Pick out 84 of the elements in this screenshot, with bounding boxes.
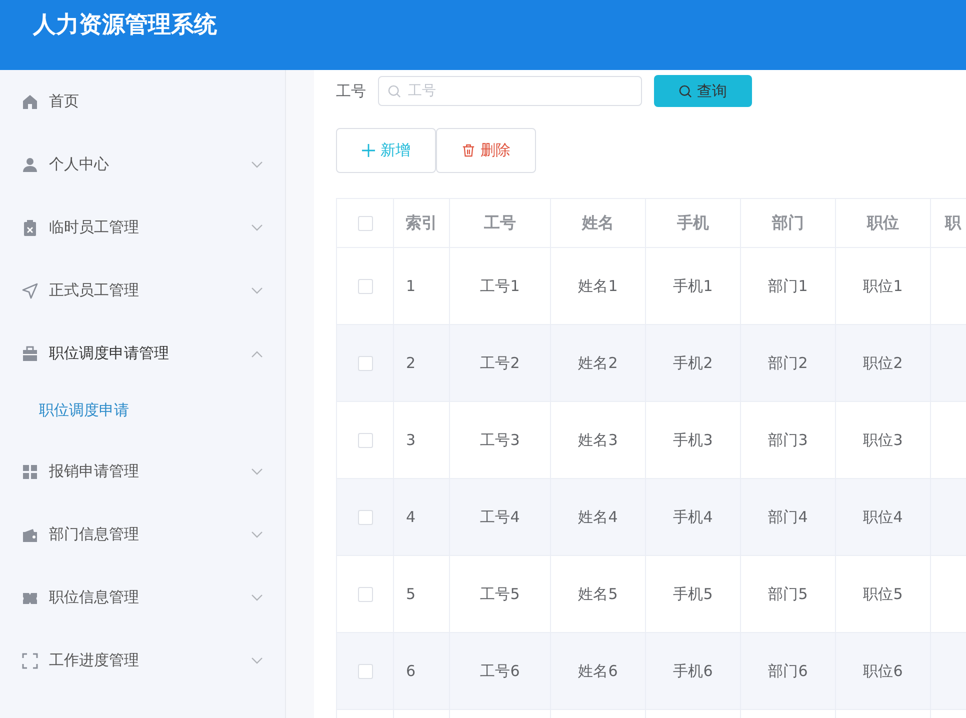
app-title: 人力资源管理系统 xyxy=(33,12,218,40)
table-cell: 工号5 xyxy=(480,584,520,603)
submenu-item[interactable]: 部门信息管理 xyxy=(0,503,285,566)
chevron-down-icon xyxy=(251,530,263,538)
table-cell: 工号4 xyxy=(480,508,520,526)
menu-item[interactable]: 首页 xyxy=(0,70,285,133)
row-checkbox[interactable] xyxy=(358,433,372,448)
query-button[interactable]: 查询 xyxy=(654,75,752,107)
clipboard-icon xyxy=(22,220,38,236)
table-cell: 职位1 xyxy=(863,276,903,295)
table-cell: 部门1 xyxy=(768,276,808,295)
table-cell: 手机5 xyxy=(673,584,713,603)
table-cell: 姓名1 xyxy=(578,276,618,295)
table-cell: 姓名5 xyxy=(578,584,618,603)
column-header: 姓名 xyxy=(582,213,614,232)
column-header: 索引 xyxy=(406,213,438,232)
select-all-checkbox[interactable] xyxy=(358,216,372,232)
table-cell: 姓名2 xyxy=(578,354,618,372)
submenu-item[interactable]: 报销申请管理 xyxy=(0,440,285,503)
submenu-item[interactable]: 职位信息管理 xyxy=(0,566,285,629)
submenu-item[interactable]: 个人中心 xyxy=(0,133,285,196)
column-header: 手机 xyxy=(677,213,709,232)
table-cell: 职位3 xyxy=(863,430,903,449)
table-cell: 部门6 xyxy=(768,662,808,680)
table-cell: 职位2 xyxy=(863,354,903,372)
plus-icon xyxy=(362,144,374,157)
submenu-item[interactable]: 正式员工管理 xyxy=(0,259,285,322)
row-checkbox[interactable] xyxy=(358,510,372,526)
trash-icon xyxy=(462,144,474,157)
submenu-link[interactable]: 职位调度申请 xyxy=(0,385,129,440)
submenu-item[interactable]: 职位调度申请管理 xyxy=(0,322,285,385)
table-cell: 2 xyxy=(406,354,416,372)
chevron-down-icon xyxy=(251,224,263,232)
wallet-icon xyxy=(22,526,38,542)
table-cell: 姓名4 xyxy=(578,508,618,526)
column-header: 部门 xyxy=(772,213,804,232)
delete-button[interactable]: 删除 xyxy=(436,128,536,173)
briefcase-icon xyxy=(22,346,38,362)
table-cell: 职位5 xyxy=(863,584,903,603)
chevron-down-icon xyxy=(251,468,263,476)
home-icon xyxy=(22,94,38,110)
table-cell: 部门3 xyxy=(768,430,808,449)
navigation-arrow-icon xyxy=(22,282,38,298)
row-checkbox[interactable] xyxy=(358,279,372,294)
table-cell: 部门2 xyxy=(768,354,808,372)
row-checkbox[interactable] xyxy=(358,356,372,372)
table-cell: 部门5 xyxy=(768,584,808,603)
table-cell: 工号3 xyxy=(480,430,520,449)
table-cell: 手机4 xyxy=(673,508,713,526)
row-checkbox[interactable] xyxy=(358,664,372,680)
chevron-down-icon xyxy=(251,160,263,168)
search-label: 工号 xyxy=(336,80,366,102)
chevron-down-icon xyxy=(251,656,263,664)
table-cell: 3 xyxy=(406,430,416,449)
chevron-down-icon xyxy=(251,594,263,602)
table-cell: 工号6 xyxy=(480,662,520,680)
column-header: 职 xyxy=(945,213,961,232)
table-cell: 职位6 xyxy=(863,662,903,680)
table-cell: 手机2 xyxy=(673,354,713,372)
table-cell: 1 xyxy=(406,276,416,295)
table-cell: 工号2 xyxy=(480,354,520,372)
table-cell: 职位4 xyxy=(863,508,903,526)
chevron-up-icon xyxy=(251,350,263,358)
table-cell: 6 xyxy=(406,662,416,680)
fullscreen-icon xyxy=(22,652,38,668)
table-cell: 工号1 xyxy=(480,276,520,295)
column-header: 工号 xyxy=(484,213,516,232)
search-icon xyxy=(679,84,692,98)
table-cell: 姓名6 xyxy=(578,662,618,680)
row-checkbox[interactable] xyxy=(358,587,372,602)
submenu-item[interactable]: 工作进度管理 xyxy=(0,629,285,692)
chevron-down-icon xyxy=(251,286,263,294)
table-cell: 4 xyxy=(406,508,416,526)
table-cell: 5 xyxy=(406,584,416,603)
table-cell: 手机1 xyxy=(673,276,713,295)
table-cell: 姓名3 xyxy=(578,430,618,449)
table-cell: 部门4 xyxy=(768,508,808,526)
table-cell: 手机3 xyxy=(673,430,713,449)
grid-icon xyxy=(22,464,38,480)
column-header: 职位 xyxy=(867,213,899,232)
search-field[interactable]: 工号 xyxy=(378,76,642,106)
person-icon xyxy=(22,156,38,172)
submenu-item[interactable]: 临时员工管理 xyxy=(0,196,285,259)
table-cell: 手机6 xyxy=(673,662,713,680)
